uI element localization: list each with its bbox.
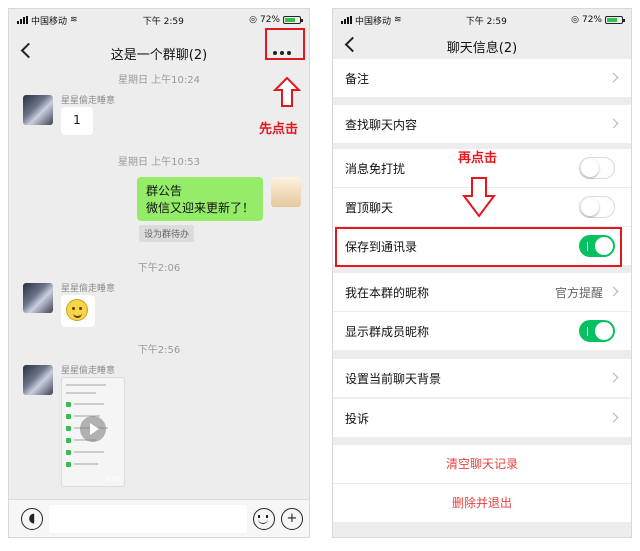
clear-history-button[interactable]: 清空聊天记录 xyxy=(333,445,631,483)
sender-name: 星星偷走睡意 xyxy=(61,96,116,106)
input-bar: ◖ + xyxy=(9,499,309,537)
chevron-right-icon xyxy=(608,286,619,297)
status-time: 下午 2:59 xyxy=(465,16,507,27)
mute-toggle[interactable] xyxy=(579,157,615,179)
message-bubble[interactable]: 1 xyxy=(61,107,93,135)
row-label: 查找聊天内容 xyxy=(345,117,418,132)
show-nicknames-toggle[interactable] xyxy=(579,320,615,342)
play-icon[interactable] xyxy=(80,416,106,442)
announcement-title: 群公告 xyxy=(146,184,183,198)
chevron-right-icon xyxy=(608,412,619,423)
delete-exit-button[interactable]: 删除并退出 xyxy=(333,484,631,522)
orientation-lock-icon: ◎ xyxy=(249,15,257,25)
row-label: 设置当前聊天背景 xyxy=(345,371,442,386)
chevron-right-icon xyxy=(608,118,619,129)
tutorial-composite: 中国移动 ≋ 下午 2:59 ◎ 72% 这是一个群聊(2) 星期日 上午10:… xyxy=(0,0,640,551)
info-title: 聊天信息(2) xyxy=(446,40,518,56)
todo-tag[interactable]: 设为群待办 xyxy=(139,225,195,242)
carrier-label: 中国移动 xyxy=(355,16,392,27)
voice-icon[interactable]: ◖ xyxy=(21,508,43,530)
arrow-up-icon xyxy=(273,76,301,107)
then-click-note: 再点击 xyxy=(458,151,498,166)
arrow-down-icon xyxy=(462,177,496,218)
nickname-value: 官方提醒 xyxy=(554,285,603,300)
row-show-nicknames: 显示群成员昵称 xyxy=(333,312,631,350)
avatar[interactable] xyxy=(23,365,53,395)
row-complain[interactable]: 投诉 xyxy=(333,399,631,437)
timestamp: 星期日 上午10:24 xyxy=(118,75,200,86)
avatar[interactable] xyxy=(23,283,53,313)
status-bar: 中国移动 ≋ 下午 2:59 ◎ 72% xyxy=(9,9,309,31)
signal-icon xyxy=(17,16,28,24)
pin-toggle[interactable] xyxy=(579,196,615,218)
info-navbar: 聊天信息(2) xyxy=(333,29,631,63)
orientation-lock-icon: ◎ xyxy=(571,15,579,25)
row-remark[interactable]: 备注 xyxy=(333,59,631,97)
battery-icon xyxy=(282,16,303,24)
chat-info-screen: 中国移动 ≋ 下午 2:59 ◎ 72% 聊天信息(2) 备注 查找聊天内容 消… xyxy=(332,8,632,538)
chat-navbar: 这是一个群聊(2) xyxy=(9,31,309,75)
timestamp: 下午2:06 xyxy=(137,263,181,274)
plus-icon[interactable]: + xyxy=(281,508,303,530)
battery-percent: 72% xyxy=(581,15,602,25)
carrier-label: 中国移动 xyxy=(31,16,68,27)
emoji-icon[interactable] xyxy=(253,508,275,530)
wifi-icon: ≋ xyxy=(394,15,402,25)
grin-emoji-icon xyxy=(66,299,88,321)
announcement-bubble[interactable]: 群公告 微信又迎来更新了！ xyxy=(137,177,263,221)
row-label: 显示群成员昵称 xyxy=(345,324,430,339)
chat-title: 这是一个群聊(2) xyxy=(110,47,208,63)
message-input[interactable] xyxy=(49,505,247,533)
sender-name: 星星偷走睡意 xyxy=(61,284,116,294)
chevron-right-icon xyxy=(608,372,619,383)
status-bar: 中国移动 ≋ 下午 2:59 ◎ 72% xyxy=(333,9,631,31)
chevron-right-icon xyxy=(608,72,619,83)
highlight-save-contacts xyxy=(335,227,622,267)
row-label: 置顶聊天 xyxy=(345,200,394,215)
battery-percent: 72% xyxy=(259,15,280,25)
video-message[interactable]: 0:07 xyxy=(61,377,125,487)
row-my-nickname[interactable]: 我在本群的昵称 官方提醒 xyxy=(333,273,631,311)
first-click-note: 先点击 xyxy=(259,122,299,137)
status-time: 下午 2:59 xyxy=(142,16,184,27)
row-label: 备注 xyxy=(345,71,370,86)
row-chat-background[interactable]: 设置当前聊天背景 xyxy=(333,359,631,397)
announcement-body: 微信又迎来更新了！ xyxy=(146,201,255,215)
timestamp: 星期日 上午10:53 xyxy=(118,157,200,168)
video-duration: 0:07 xyxy=(105,476,121,484)
battery-icon xyxy=(604,16,625,24)
chat-screen: 中国移动 ≋ 下午 2:59 ◎ 72% 这是一个群聊(2) 星期日 上午10:… xyxy=(8,8,310,538)
my-avatar[interactable] xyxy=(271,177,301,207)
wifi-icon: ≋ xyxy=(70,15,78,25)
back-icon[interactable] xyxy=(344,36,361,53)
avatar[interactable] xyxy=(23,95,53,125)
row-search-history[interactable]: 查找聊天内容 xyxy=(333,105,631,143)
timestamp: 下午2:56 xyxy=(137,345,181,356)
highlight-more-button xyxy=(265,28,305,60)
row-label: 消息免打扰 xyxy=(345,161,406,176)
signal-icon xyxy=(341,16,352,24)
row-label: 投诉 xyxy=(345,411,370,426)
back-icon[interactable] xyxy=(20,42,37,59)
sender-name: 星星偷走睡意 xyxy=(61,366,116,376)
row-label: 我在本群的昵称 xyxy=(345,285,430,300)
sticker-bubble[interactable] xyxy=(61,295,95,327)
